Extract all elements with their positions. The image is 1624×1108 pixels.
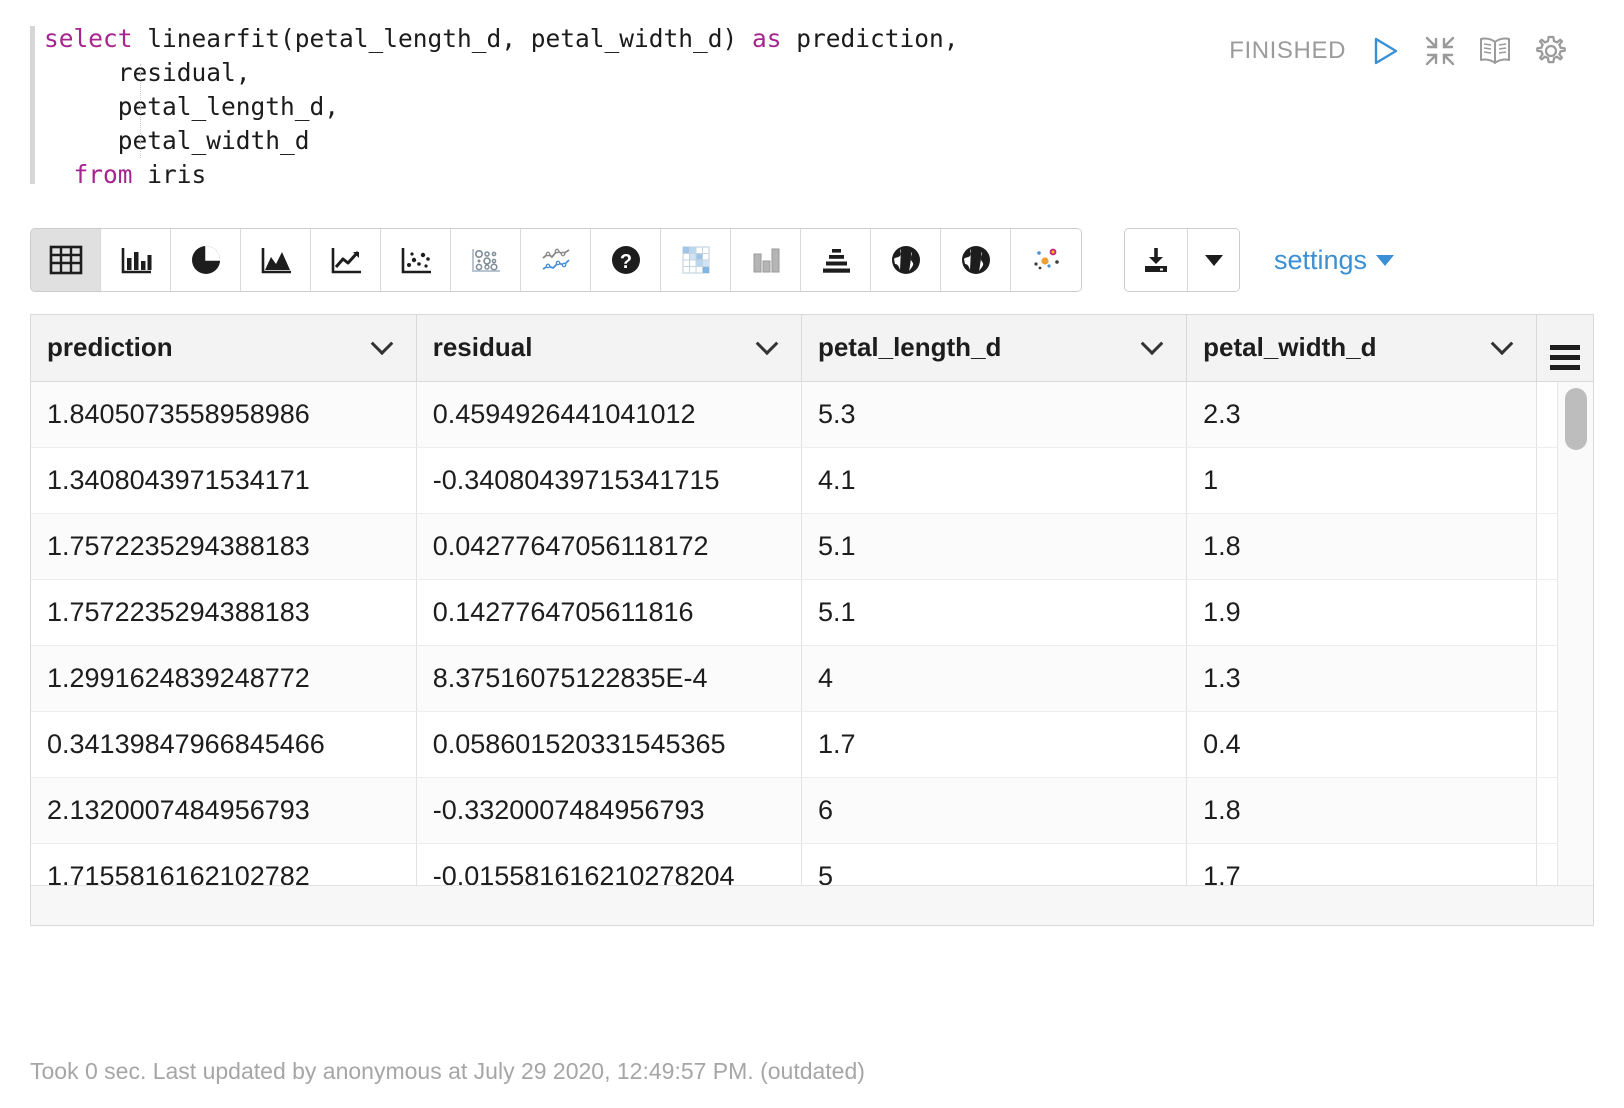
collapse-icon[interactable] [1424,35,1456,67]
settings-label: settings [1274,245,1367,276]
table-cell: 1.8 [1187,513,1537,579]
table-cell: 0.34139847966845466 [31,711,416,777]
column-header-prediction[interactable]: prediction [31,315,416,381]
column-header-petal-length-d[interactable]: petal_length_d [801,315,1186,381]
table-row[interactable]: 1.75722352943881830.042776470561181725.1… [31,513,1593,579]
table-row[interactable]: 1.75722352943881830.14277647056118165.11… [31,579,1593,645]
table-cell: 5.1 [801,579,1186,645]
viz-btn-column-chart-icon[interactable] [731,229,801,291]
table-cell: 1.8 [1187,777,1537,843]
viz-btn-area-chart-icon[interactable] [241,229,311,291]
viz-btn-globe-alt-icon[interactable] [941,229,1011,291]
viz-btn-pie-chart-icon[interactable] [171,229,241,291]
viz-btn-bar-chart-icon[interactable] [101,229,171,291]
notebook-paragraph: select linearfit(petal_length_d, petal_w… [0,0,1624,1108]
table-cell: -0.3320007484956793 [416,777,801,843]
table-cell: 2.3 [1187,381,1537,447]
viz-btn-table-icon[interactable] [31,229,101,291]
download-chevron-down-icon[interactable] [1187,229,1239,291]
table-row[interactable]: 1.3408043971534171-0.340804397153417154.… [31,447,1593,513]
settings-toggle[interactable]: settings [1274,245,1394,276]
table-menu-button[interactable] [1537,315,1593,381]
table-cell: 0.058601520331545365 [416,711,801,777]
table-row[interactable]: 2.1320007484956793-0.332000748495679361.… [31,777,1593,843]
table-cell: 5.3 [801,381,1186,447]
visualization-toolbar: ? [0,228,1624,292]
download-button-group [1124,228,1240,292]
viz-btn-bubble-chart-icon[interactable] [451,229,521,291]
table-body: 1.84050735589589860.45949264410410125.32… [31,381,1593,909]
table-row[interactable]: 1.84050735589589860.45949264410410125.32… [31,381,1593,447]
viz-btn-ultimate-line-chart-icon[interactable] [521,229,591,291]
gear-icon[interactable] [1534,34,1568,68]
column-header-label: residual [433,332,533,363]
table-cell: 4 [801,645,1186,711]
book-icon[interactable] [1478,35,1512,67]
chevron-down-icon[interactable] [370,332,393,355]
svg-text:?: ? [619,251,631,273]
table-cell: 1.7 [801,711,1186,777]
results-table-container: prediction residual petal_length_d petal… [30,314,1594,926]
column-header-label: prediction [47,332,173,363]
hamburger-menu-icon [1550,345,1580,370]
column-header-residual[interactable]: residual [416,315,801,381]
viz-btn-pyramid-icon[interactable] [801,229,871,291]
table-cell: 6 [801,777,1186,843]
editor-row: select linearfit(petal_length_d, petal_w… [0,0,1624,192]
table-cell: 1 [1187,447,1537,513]
table-row[interactable]: 0.341398479668454660.0586015203315453651… [31,711,1593,777]
chevron-down-icon[interactable] [1491,332,1514,355]
table-cell: 1.3408043971534171 [31,447,416,513]
chevron-down-icon[interactable] [756,332,779,355]
scrollbar-thumb[interactable] [1565,388,1587,450]
indent-guide [140,64,141,158]
viz-button-group: ? [30,228,1082,292]
table-header-row: prediction residual petal_length_d petal… [31,315,1593,381]
chevron-down-icon[interactable] [1141,332,1164,355]
table-vertical-scrollbar[interactable] [1557,382,1593,885]
viz-btn-globe-icon[interactable] [871,229,941,291]
run-icon[interactable] [1368,34,1402,68]
table-cell: 5.1 [801,513,1186,579]
table-cell: 0.1427764705611816 [416,579,801,645]
viz-btn-heatmap-icon[interactable] [661,229,731,291]
viz-btn-help-icon[interactable]: ? [591,229,661,291]
table-cell: 4.1 [801,447,1186,513]
table-cell: 1.7572235294388183 [31,579,416,645]
table-cell: 0.4594926441041012 [416,381,801,447]
sql-code[interactable]: select linearfit(petal_length_d, petal_w… [44,22,1229,192]
results-table: prediction residual petal_length_d petal… [31,315,1593,910]
column-header-label: petal_width_d [1203,332,1376,363]
viz-btn-scatter-chart-icon[interactable] [381,229,451,291]
table-cell: 0.4 [1187,711,1537,777]
status-badge: FINISHED [1229,37,1346,65]
code-editor[interactable]: select linearfit(petal_length_d, petal_w… [30,22,1229,192]
table-cell: -0.34080439715341715 [416,447,801,513]
paragraph-footer-status: Took 0 sec. Last updated by anonymous at… [30,1058,865,1085]
settings-chevron-down-icon [1376,255,1394,266]
table-row[interactable]: 1.29916248392487728.37516075122835E-441.… [31,645,1593,711]
paragraph-controls: FINISHED [1229,22,1594,68]
column-header-petal-width-d[interactable]: petal_width_d [1187,315,1537,381]
viz-btn-scatter-color-icon[interactable] [1011,229,1081,291]
table-cell: 1.9 [1187,579,1537,645]
download-icon[interactable] [1125,229,1187,291]
table-footer-bar [31,885,1593,925]
table-cell: 1.8405073558958986 [31,381,416,447]
viz-btn-line-chart-icon[interactable] [311,229,381,291]
table-cell: 1.7572235294388183 [31,513,416,579]
table-cell: 0.04277647056118172 [416,513,801,579]
table-cell: 1.3 [1187,645,1537,711]
table-cell: 8.37516075122835E-4 [416,645,801,711]
paragraph-left-bar [30,26,35,184]
column-header-label: petal_length_d [818,332,1001,363]
table-cell: 1.2991624839248772 [31,645,416,711]
table-cell: 2.1320007484956793 [31,777,416,843]
